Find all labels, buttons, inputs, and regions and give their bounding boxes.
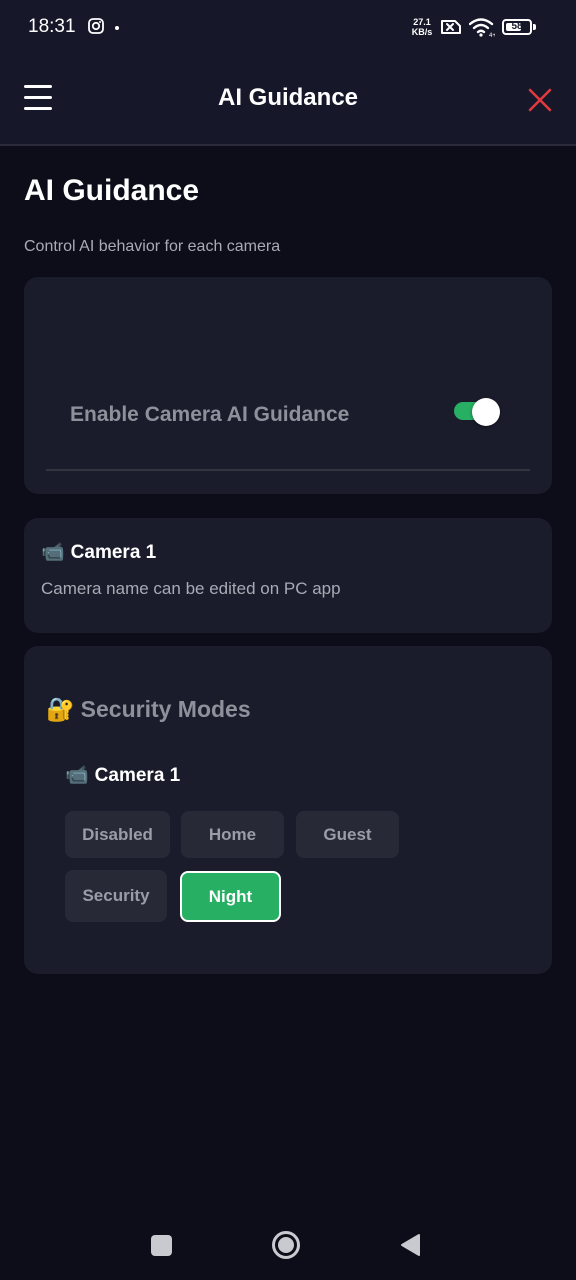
divider [46, 469, 530, 471]
toggle-knob [472, 398, 500, 426]
security-modes-title: Security Modes [80, 696, 251, 722]
mode-button-home[interactable]: Home [181, 811, 284, 858]
video-camera-icon: 📹 [65, 765, 89, 786]
network-speed-value: 27.1 [413, 17, 431, 27]
battery-icon: 58 [502, 19, 532, 35]
no-sim-icon [441, 20, 461, 34]
close-icon[interactable] [526, 86, 554, 114]
wifi-icon: 4+ [469, 18, 495, 38]
mode-button-guest[interactable]: Guest [296, 811, 399, 858]
battery-level: 58 [511, 21, 523, 32]
mode-button-security[interactable]: Security [65, 870, 167, 922]
camera-note: Camera name can be edited on PC app [41, 579, 341, 598]
app-header: AI Guidance [0, 58, 576, 146]
camera-name: Camera 1 [70, 542, 157, 563]
security-modes-heading: 🔐 Security Modes [46, 696, 251, 723]
mode-button-disabled[interactable]: Disabled [65, 811, 170, 858]
notification-dot [115, 26, 119, 30]
camera-heading: 📹 Camera 1 [41, 540, 156, 564]
home-icon[interactable] [271, 1230, 301, 1260]
header-title: AI Guidance [217, 84, 359, 111]
page-title: AI Guidance [24, 174, 200, 207]
status-bar: 18:31 27.1 KB/s 4+ 58 [0, 0, 576, 58]
recent-apps-icon[interactable] [151, 1235, 172, 1256]
status-time: 18:31 [28, 16, 76, 37]
back-icon[interactable] [399, 1233, 421, 1257]
svg-text:4+: 4+ [489, 33, 495, 38]
modes-camera-name: Camera 1 [94, 765, 181, 786]
network-speed: 27.1 KB/s [408, 17, 436, 37]
camera-info-card: 📹 Camera 1 Camera name can be edited on P… [24, 518, 552, 633]
battery-tip [533, 24, 536, 30]
ai-guidance-toggle-label: Enable Camera AI Guidance [70, 403, 350, 426]
page-subtitle: Control AI behavior for each camera [24, 238, 281, 255]
ai-guidance-toggle[interactable] [454, 398, 500, 426]
instagram-icon [88, 18, 104, 34]
security-modes-card: 🔐 Security Modes 📹 Camera 1 Disabled Home … [24, 646, 552, 974]
system-nav-bar [0, 1210, 576, 1280]
lock-key-icon: 🔐 [46, 696, 75, 722]
video-camera-icon: 📹 [41, 542, 65, 563]
modes-camera-heading: 📹 Camera 1 [65, 763, 180, 787]
ai-guidance-toggle-card: Enable Camera AI Guidance [24, 277, 552, 494]
mode-button-night[interactable]: Night [180, 871, 281, 922]
network-speed-unit: KB/s [411, 27, 433, 37]
